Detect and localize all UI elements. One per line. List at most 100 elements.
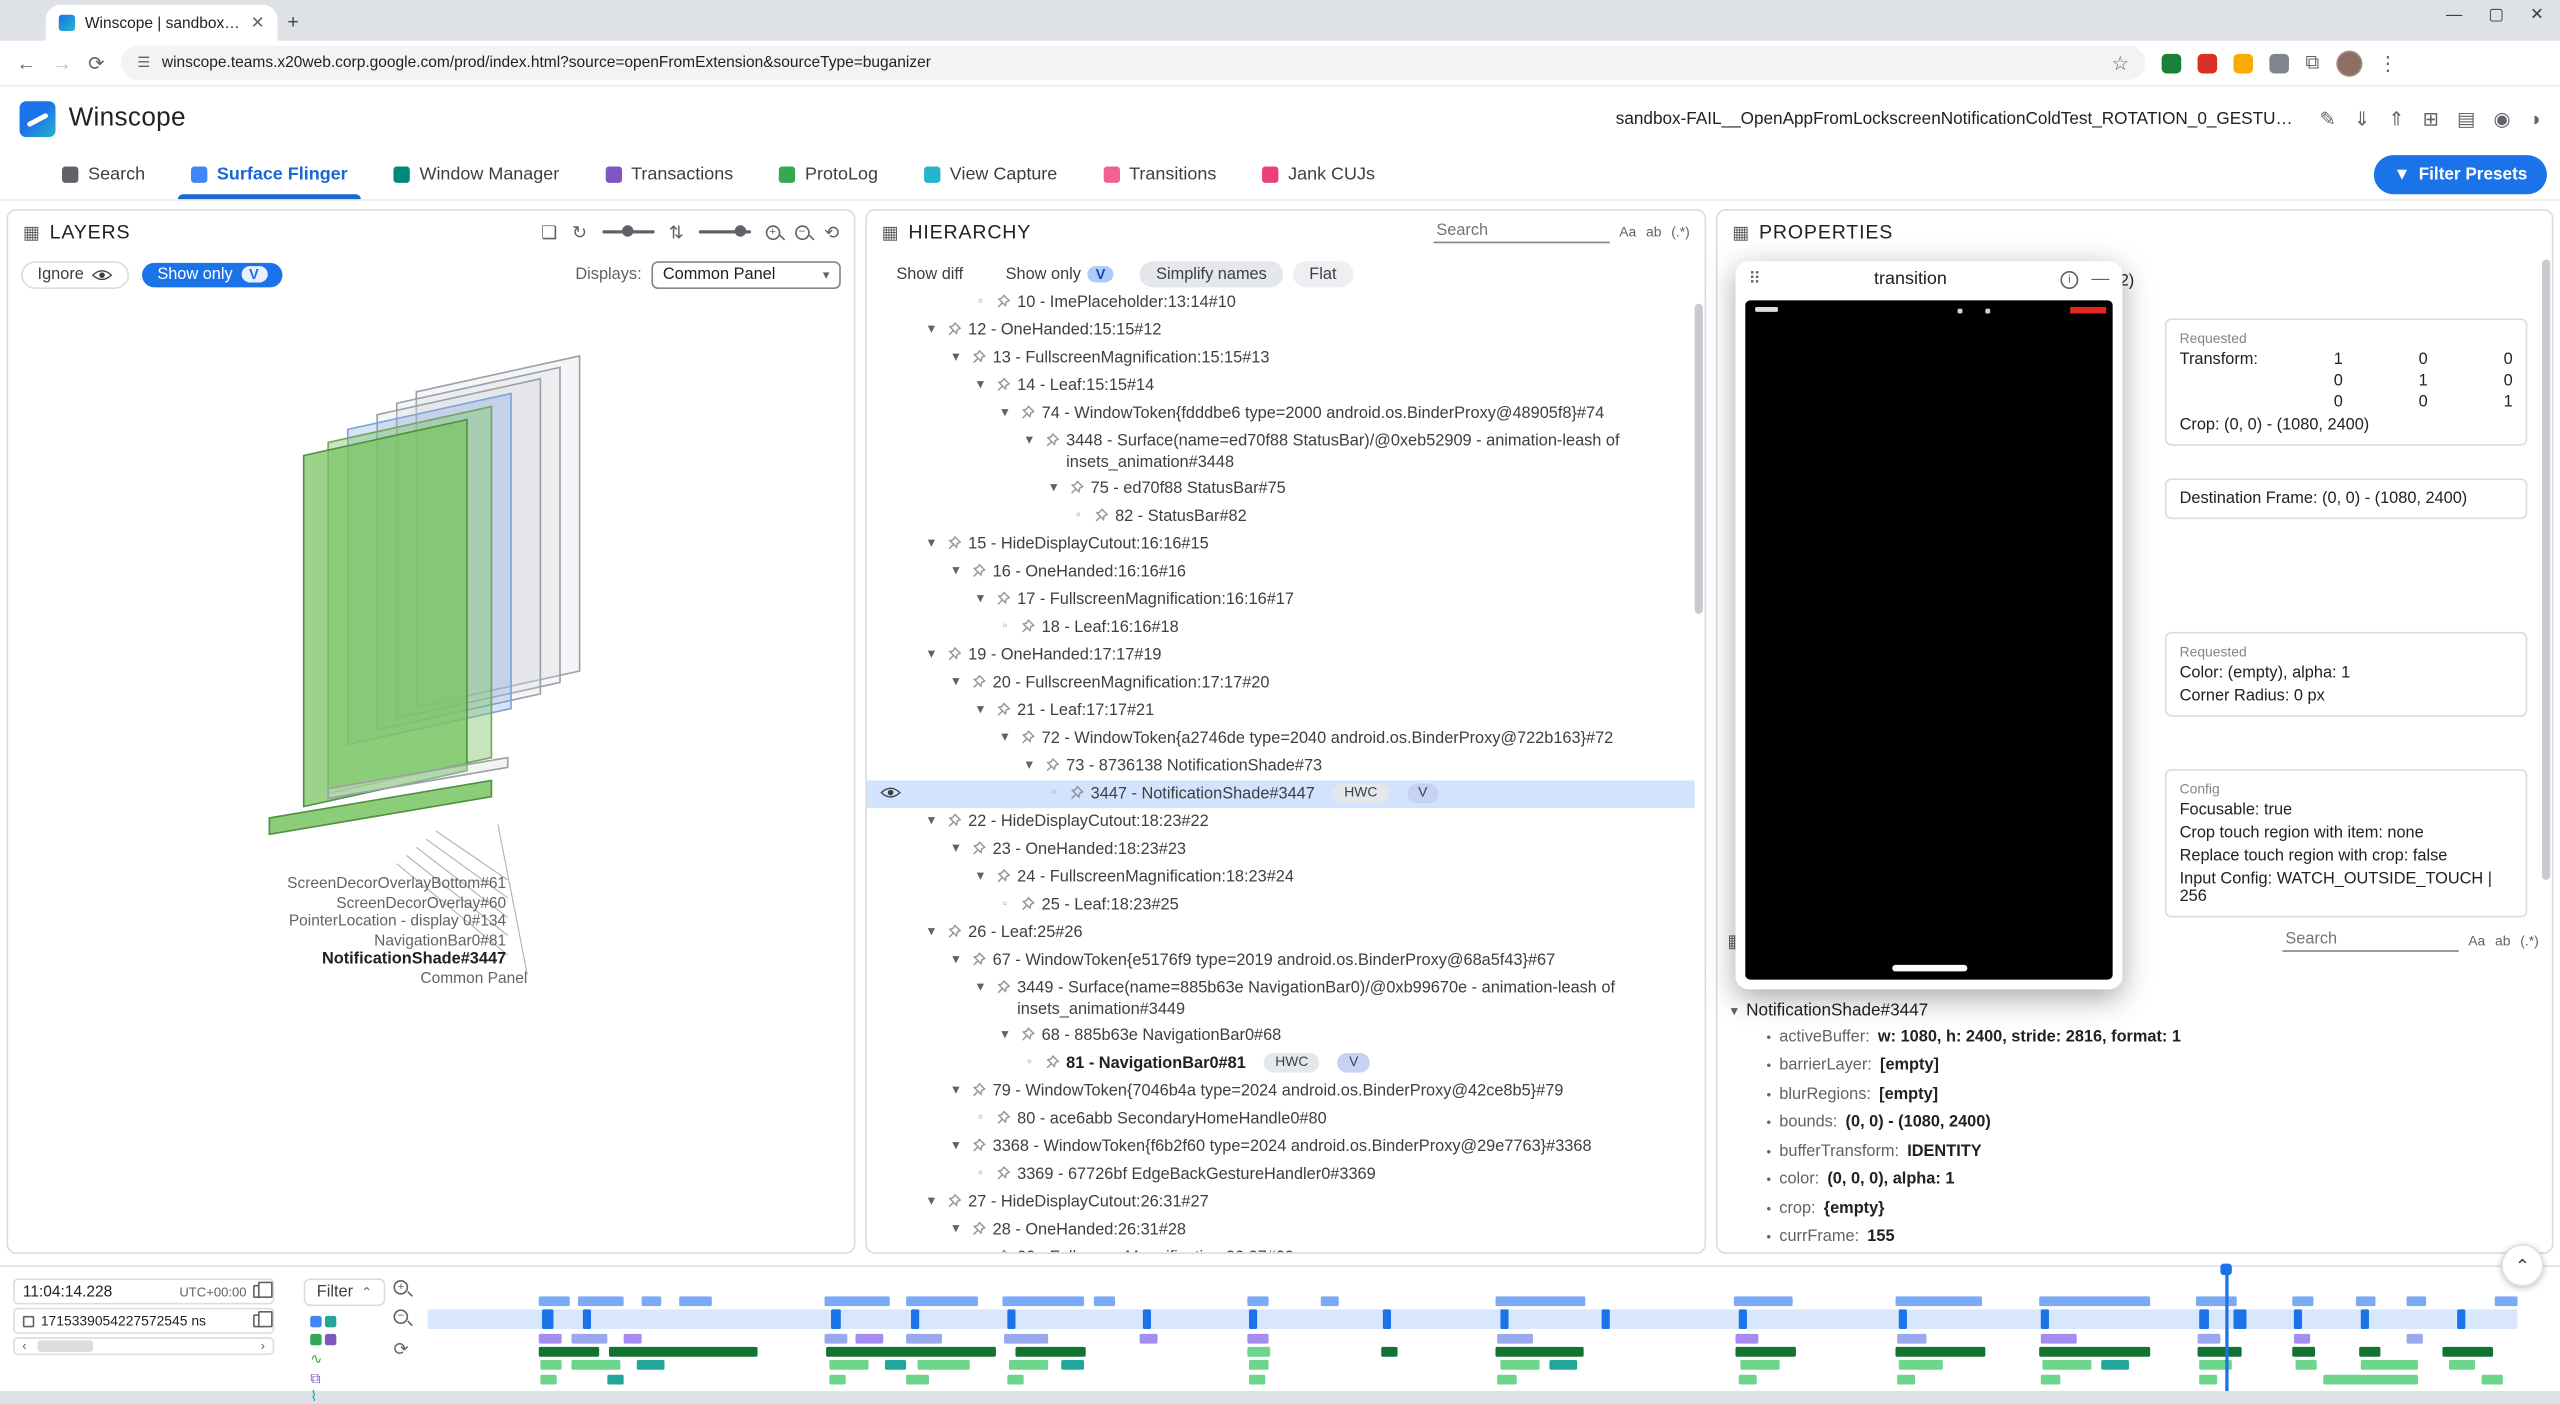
trace-segment[interactable] <box>1500 1360 1540 1370</box>
filter-presets-button[interactable]: ▼ Filter Presets <box>2374 155 2547 194</box>
timeline-reset-icon[interactable]: ⟳ <box>393 1339 408 1360</box>
pin-icon[interactable] <box>947 812 962 833</box>
tune-icon[interactable]: ☰ <box>137 54 150 72</box>
tree-node[interactable]: ▾13 - FullscreenMagnification:15:15#13 <box>867 344 1695 372</box>
tree-node[interactable]: ▾75 - ed70f88 StatusBar#75 <box>867 475 1695 503</box>
refresh-icon[interactable]: ⟳ <box>88 51 104 74</box>
bug-report-icon[interactable]: ◉ <box>2493 107 2510 130</box>
expand-timeline-button[interactable]: ⌃ <box>2501 1244 2543 1286</box>
pin-icon[interactable] <box>947 321 962 342</box>
drag-handle-icon[interactable]: ⠿ <box>1749 270 1761 288</box>
trace-segment[interactable] <box>2407 1296 2426 1306</box>
pin-icon[interactable] <box>1045 1054 1060 1075</box>
tab-view-capture[interactable]: View Capture <box>901 150 1080 199</box>
minimize-window-icon[interactable]: — <box>2446 7 2462 25</box>
expand-chevron-icon[interactable]: ▾ <box>947 949 965 968</box>
transitions-trace-toggle[interactable]: ⧉ <box>310 1371 336 1384</box>
match-word-icon[interactable]: ab <box>1646 224 1661 240</box>
pin-icon[interactable] <box>1045 757 1060 778</box>
trace-segment[interactable] <box>2039 1296 2150 1306</box>
tree-node[interactable]: ◦80 - ace6abb SecondaryHomeHandle0#80 <box>867 1105 1695 1133</box>
pin-icon[interactable] <box>996 701 1011 722</box>
view-3d-icon[interactable]: ❏ <box>541 221 557 242</box>
trace-segment[interactable] <box>2482 1375 2503 1385</box>
pin-icon[interactable] <box>971 562 986 583</box>
expand-chevron-icon[interactable]: ▾ <box>1045 478 1063 497</box>
show-only-v-toggle[interactable]: Show only V <box>143 262 282 286</box>
expand-chevron-icon[interactable]: ▾ <box>996 1024 1014 1043</box>
url-bar[interactable]: ☰ winscope.teams.x20web.corp.google.com/… <box>121 46 2145 80</box>
expand-chevron-icon[interactable]: ▾ <box>971 866 989 885</box>
pin-icon[interactable] <box>996 376 1011 397</box>
forward-icon[interactable]: → <box>52 51 72 74</box>
trace-segment[interactable] <box>825 1334 848 1344</box>
expand-chevron-icon[interactable]: ▾ <box>971 375 989 394</box>
trace-segment[interactable] <box>1895 1296 1983 1306</box>
pin-icon[interactable] <box>1069 784 1084 805</box>
pin-icon[interactable] <box>971 673 986 694</box>
pin-icon[interactable] <box>971 349 986 370</box>
expand-chevron-icon[interactable]: ▾ <box>1020 430 1038 449</box>
trace-segment[interactable] <box>1496 1296 1586 1306</box>
trace-segment[interactable] <box>1383 1309 1391 1329</box>
pin-icon[interactable] <box>1094 507 1109 528</box>
pin-icon[interactable] <box>1069 479 1084 500</box>
trace-segment[interactable] <box>1500 1309 1508 1329</box>
trace-segment[interactable] <box>2043 1360 2091 1370</box>
trace-segment[interactable] <box>2407 1334 2424 1344</box>
pin-icon[interactable] <box>996 590 1011 611</box>
trace-segment[interactable] <box>1740 1360 1780 1370</box>
trace-segment[interactable] <box>2041 1375 2060 1385</box>
hierarchy-button-simplify-names[interactable]: Simplify names <box>1140 261 1283 287</box>
maximize-window-icon[interactable]: ▢ <box>2488 7 2503 25</box>
hierarchy-button-show-only[interactable]: Show onlyV <box>989 261 1130 287</box>
tree-node[interactable]: ▾29 - FullscreenMagnification:26:27#29 <box>867 1244 1695 1252</box>
edit-icon[interactable]: ✎ <box>2319 107 2335 130</box>
pin-icon[interactable] <box>947 535 962 556</box>
trace-segment[interactable] <box>1249 1360 1268 1370</box>
human-time-field[interactable]: 11:04:14.228 UTC+00:00 <box>13 1278 274 1304</box>
pin-icon[interactable] <box>996 293 1011 314</box>
pin-icon[interactable] <box>971 840 986 861</box>
trace-segment[interactable] <box>1005 1334 1049 1344</box>
tab-window-manager[interactable]: Window Manager <box>371 150 583 199</box>
layer-label[interactable]: PointerLocation - display 0#134 <box>16 913 506 932</box>
trace-segment[interactable] <box>2449 1360 2476 1370</box>
tree-node[interactable]: ▾27 - HideDisplayCutout:26:31#27 <box>867 1189 1695 1217</box>
trace-segment[interactable] <box>1734 1296 1792 1306</box>
trace-segment[interactable] <box>578 1296 624 1306</box>
trace-segment[interactable] <box>1381 1347 1398 1357</box>
close-window-icon[interactable]: ✕ <box>2530 7 2544 25</box>
expand-chevron-icon[interactable]: ▾ <box>947 838 965 857</box>
expand-chevron-icon[interactable]: ▾ <box>922 644 940 663</box>
tree-node[interactable]: ▾68 - 885b63e NavigationBar0#68 <box>867 1022 1695 1050</box>
screen-recording-toggle[interactable]: ⌇ <box>310 1389 336 1402</box>
extension-icon[interactable] <box>2269 53 2289 73</box>
pin-icon[interactable] <box>1045 432 1060 453</box>
pin-icon[interactable] <box>971 1082 986 1103</box>
displays-select[interactable]: Common Panel ▾ <box>651 260 840 288</box>
trace-segment[interactable] <box>641 1296 662 1306</box>
trace-segment[interactable] <box>2041 1309 2049 1329</box>
reset-view-icon[interactable]: ⟲ <box>824 221 839 242</box>
timeline-cursor[interactable] <box>2225 1267 2228 1391</box>
trace-segment[interactable] <box>1899 1360 1943 1370</box>
pin-icon[interactable] <box>947 923 962 944</box>
trace-segment[interactable] <box>541 1360 562 1370</box>
zoom-out-icon[interactable]: − <box>795 224 810 239</box>
trace-segment[interactable] <box>1009 1360 1049 1370</box>
minimize-icon[interactable]: — <box>2091 269 2109 289</box>
regex-icon[interactable]: (.*) <box>1671 224 1690 240</box>
match-case-icon[interactable]: Aa <box>2468 932 2485 948</box>
tree-node[interactable]: ▾16 - OneHanded:16:16#16 <box>867 558 1695 586</box>
tree-node[interactable]: ◦3369 - 67726bf EdgeBackGestureHandler0#… <box>867 1161 1695 1189</box>
properties-search-input[interactable] <box>2282 929 2458 952</box>
leaf-bullet-icon[interactable]: ◦ <box>971 1163 989 1182</box>
tree-node[interactable]: ▾3448 - Surface(name=ed70f88 StatusBar)/… <box>867 428 1695 475</box>
timeline-scrollbar[interactable]: ‹ › <box>13 1337 274 1355</box>
trace-segment[interactable] <box>541 1375 558 1385</box>
expand-chevron-icon[interactable]: ▾ <box>922 811 940 830</box>
trace-segment[interactable] <box>1550 1360 1577 1370</box>
trace-segment[interactable] <box>1496 1347 1584 1357</box>
leaf-bullet-icon[interactable]: ◦ <box>1045 783 1063 802</box>
